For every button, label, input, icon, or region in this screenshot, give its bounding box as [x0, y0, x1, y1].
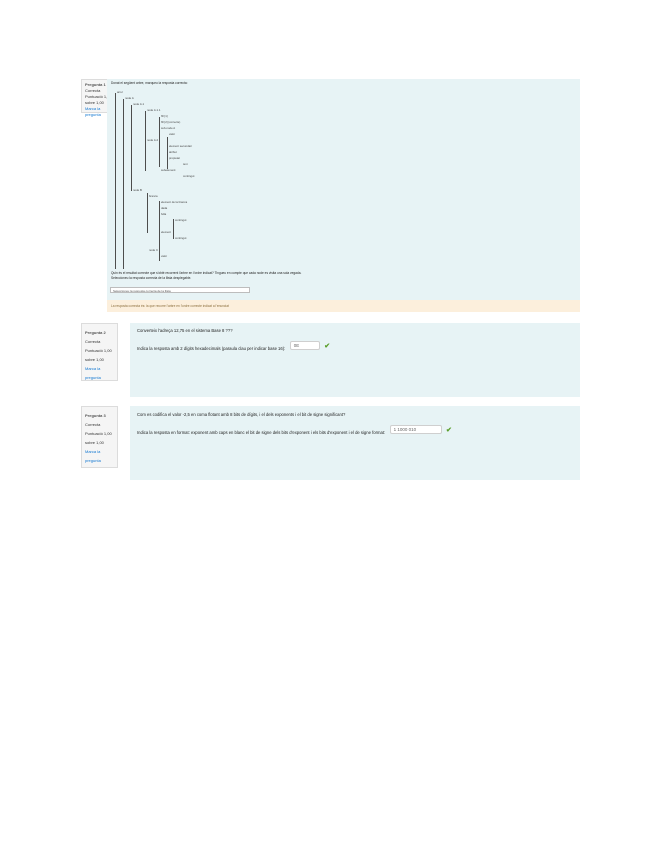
question-grade: Puntuació 1,00 sobre 1,00: [85, 348, 112, 362]
tree-node: node A: [125, 96, 134, 100]
tree-node: node A.1: [133, 102, 145, 106]
question-3-text: Com es codifica el valor -2,5 en coma fl…: [137, 412, 346, 417]
question-number: Pregunta 2: [85, 330, 106, 335]
tree-node: arrel: [117, 90, 123, 94]
question-1-panel: Donat el següent arbre, marqueu la respo…: [107, 79, 580, 300]
tree-node: fill [1]: [161, 114, 168, 118]
answer-input[interactable]: 0E: [289, 341, 320, 351]
question-2-text: Converteix l'adreça 12,75 en el sistema …: [137, 328, 233, 333]
question-state: Correcta: [85, 339, 101, 344]
tree-node: fulla: [161, 212, 167, 216]
question-state: Correcta: [85, 422, 101, 427]
question-1-text-2: Seleccioneu la resposta correcta de la l…: [111, 276, 192, 280]
tree-node: valor: [169, 132, 176, 136]
tree-node: dada: [161, 206, 168, 210]
tree-node: node A.1.1: [147, 108, 161, 112]
tree-node: subelement: [161, 168, 176, 172]
tree-node: element: [161, 230, 171, 234]
question-1-intro: Donat el següent arbre, marqueu la respo…: [111, 81, 188, 85]
question-2-panel: Converteix l'adreça 12,75 en el sistema …: [130, 323, 580, 397]
tree-node: sub-node A: [161, 126, 176, 130]
question-info-3: Pregunta 3 Correcta Puntuació 1,00 sobre…: [81, 406, 118, 468]
answer-input[interactable]: 1 1000 010: [389, 425, 442, 435]
tree-node: contingut: [183, 174, 195, 178]
tree-node: contingut: [175, 236, 187, 240]
tree-node: node B: [133, 188, 142, 192]
tree-node: contingut: [175, 218, 187, 222]
flag-question-link[interactable]: Marca la pregunta: [85, 447, 114, 465]
tree-node: branca: [149, 194, 158, 198]
feedback-correct-answer: La resposta correcta és: la que recorre …: [107, 300, 580, 312]
tree-node: atribut: [169, 150, 177, 154]
question-2-instructions: Indica la resposta amb 2 dígits hexadeci…: [137, 346, 286, 351]
tree-node: node A.2: [147, 138, 159, 142]
tree-diagram: arrel node A node A.1 node A.1.1 fill [1…: [111, 91, 311, 271]
tree-node: element secundari: [169, 144, 192, 148]
tree-node: element de la branca: [161, 200, 188, 204]
question-grade: Puntuació 1,00 sobre 1,00: [85, 431, 112, 445]
tree-node: propietat: [169, 156, 180, 160]
question-number: Pregunta 3: [85, 413, 106, 418]
question-info-2: Pregunta 2 Correcta Puntuació 1,00 sobre…: [81, 323, 118, 381]
check-icon: ✔: [324, 342, 331, 350]
answer-select[interactable]: Seleccioneu la resposta correcta de la l…: [110, 287, 250, 293]
question-3-instructions: Indica la resposta en format: exponent a…: [137, 430, 386, 435]
tree-node: text: [183, 162, 188, 166]
tree-node: valor: [161, 254, 168, 258]
flag-question-link[interactable]: Marca la pregunta: [85, 364, 114, 382]
tree-node: node C: [149, 248, 159, 252]
tree-node: fill [2] (correcte): [161, 120, 181, 124]
question-3-panel: Com es codifica el valor -2,5 en coma fl…: [130, 406, 580, 480]
check-icon: ✔: [446, 426, 452, 434]
